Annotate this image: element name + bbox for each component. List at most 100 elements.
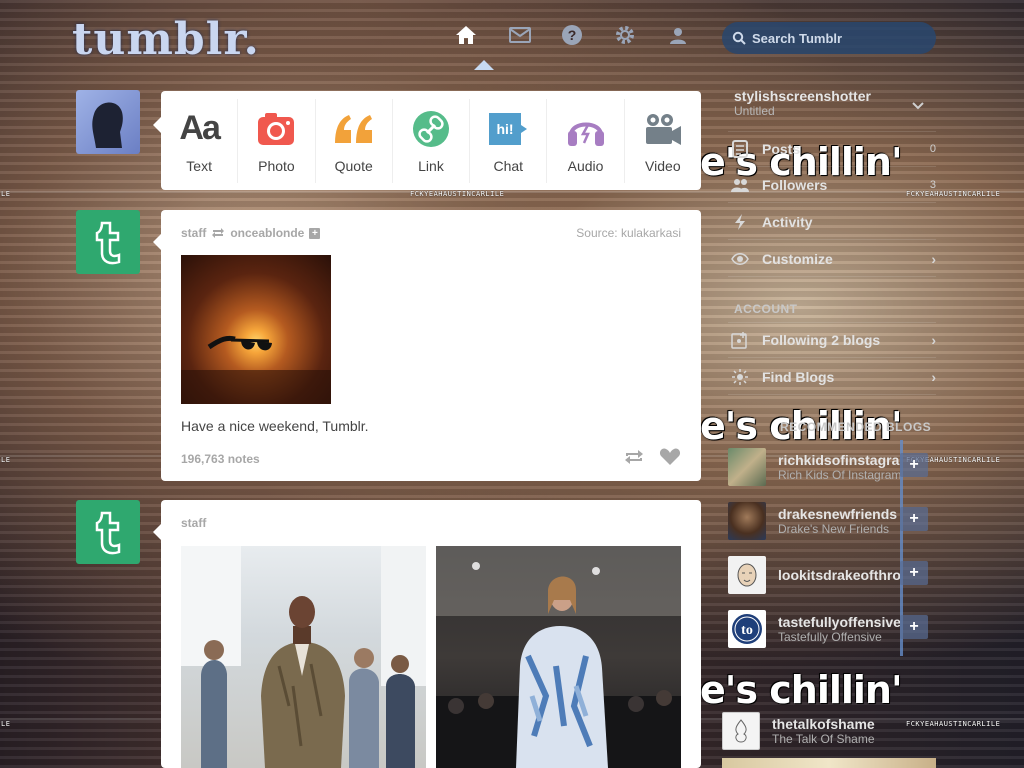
post-photo[interactable] <box>181 546 426 768</box>
post-photo[interactable] <box>181 255 331 404</box>
heart-icon[interactable] <box>659 448 681 466</box>
post-type-photo-button[interactable]: Photo <box>238 98 316 183</box>
sidebar-item-label: Find Blogs <box>762 368 835 385</box>
recommended-blog[interactable]: richkidsofinstagram Rich Kids Of Instagr… <box>728 444 928 490</box>
recommended-blog-name[interactable]: tastefullyoffensive <box>778 614 900 630</box>
follow-button[interactable]: + <box>900 615 928 639</box>
post-type-label: Video <box>645 157 681 174</box>
sidebar-blog-subtitle: Untitled <box>734 104 775 118</box>
sidebar-item-activity[interactable]: Activity <box>728 204 936 240</box>
recommended-blog-name[interactable]: lookitsdrakeofthrones <box>778 567 900 583</box>
chat-icon: hi! <box>488 108 528 150</box>
post-card: staff onceablonde + Source: kulakarkasi … <box>153 210 701 481</box>
follow-button[interactable]: + <box>900 453 928 477</box>
sidebar-blog-name[interactable]: stylishscreenshotter <box>734 88 930 104</box>
post-type-label: Chat <box>493 157 524 174</box>
background-watermark: FCKYEAHAUSTINCARLILE <box>410 190 505 198</box>
post-type-label: Audio <box>567 157 604 174</box>
sidebar-item-posts[interactable]: Posts 0 <box>728 131 936 167</box>
search-input[interactable] <box>752 30 922 46</box>
sidebar-section-recommended: RECOMMENDED BLOGS <box>780 420 932 434</box>
reblogged-from[interactable]: onceablonde <box>230 226 304 240</box>
radar-blog-subtitle: The Talk Of Shame <box>772 732 875 746</box>
post-source[interactable]: Source: kulakarkasi <box>576 226 681 240</box>
post-caption: Have a nice weekend, Tumblr. <box>181 418 369 434</box>
sidebar-item-followers[interactable]: Followers 3 <box>728 167 936 203</box>
avatar[interactable]: to <box>728 610 766 648</box>
svg-text:hi!: hi! <box>497 121 514 137</box>
radar-blog-name[interactable]: thetalkofshame <box>772 716 894 732</box>
follow-button[interactable]: + <box>900 507 928 531</box>
avatar[interactable] <box>728 502 766 540</box>
sidebar-item-label: Activity <box>762 213 813 230</box>
post-type-chat-button[interactable]: hi! Chat <box>470 98 548 183</box>
post-notes[interactable]: 196,763 notes <box>181 452 260 466</box>
sidebar-item-label: Followers <box>762 176 828 193</box>
avatar[interactable] <box>722 712 760 750</box>
recommended-blog-subtitle: Tastefully Offensive <box>778 630 882 644</box>
post-source-label: Source: <box>576 226 618 240</box>
sidebar-item-label: Customize <box>762 250 833 267</box>
staff-avatar[interactable] <box>76 210 140 274</box>
sidebar-item-label: Posts <box>762 141 801 157</box>
posts-icon <box>728 139 752 159</box>
post-author[interactable]: staff <box>181 226 206 240</box>
post-type-selector: Aa Text Photo Quote Link hi! Chat Audio <box>153 91 701 190</box>
help-icon[interactable]: ? <box>559 22 585 48</box>
post-author[interactable]: staff <box>181 516 206 530</box>
follow-plus-icon[interactable]: + <box>309 227 321 239</box>
radar-preview-image[interactable] <box>722 758 936 768</box>
following-icon <box>728 330 752 350</box>
text-icon: Aa <box>179 109 220 147</box>
sidebar-item-find-blogs[interactable]: Find Blogs › <box>728 359 936 395</box>
radar-blog[interactable]: thetalkofshame The Talk Of Shame <box>722 708 922 754</box>
eye-icon <box>728 249 752 269</box>
avatar[interactable] <box>728 448 766 486</box>
search-bar[interactable] <box>722 22 936 54</box>
post-source-name[interactable]: kulakarkasi <box>621 226 681 240</box>
reblog-icon[interactable] <box>623 448 645 466</box>
post-type-label: Photo <box>258 157 295 174</box>
post-type-audio-button[interactable]: Audio <box>547 98 625 183</box>
avatar[interactable] <box>728 556 766 594</box>
recommended-blog-subtitle: Rich Kids Of Instagram <box>778 468 900 482</box>
camera-icon <box>257 108 295 150</box>
nav-active-indicator <box>474 60 494 70</box>
post-photo[interactable] <box>436 546 681 768</box>
quote-icon <box>333 108 375 150</box>
recommended-blog[interactable]: to tastefullyoffensive Tastefully Offens… <box>728 606 928 652</box>
sidebar-item-customize[interactable]: Customize › <box>728 241 936 277</box>
post-type-quote-button[interactable]: Quote <box>316 98 393 183</box>
user-icon[interactable] <box>665 22 691 48</box>
background-watermark: LE <box>1 190 11 198</box>
chevron-down-icon[interactable] <box>912 102 924 110</box>
followers-icon <box>728 175 752 195</box>
tumblr-logo[interactable]: tumblr. <box>72 14 260 65</box>
user-avatar[interactable] <box>76 90 140 154</box>
link-icon <box>412 108 449 150</box>
follow-button[interactable]: + <box>900 561 928 585</box>
home-icon[interactable] <box>453 22 479 48</box>
chevron-right-icon: › <box>931 250 936 267</box>
background-caption: e's chillin' <box>700 668 903 712</box>
mail-icon[interactable] <box>507 22 533 48</box>
post-type-label: Text <box>186 157 212 174</box>
search-icon <box>732 31 746 45</box>
sidebar-blog-header[interactable]: stylishscreenshotter Untitled <box>734 88 930 118</box>
background-watermark: LE <box>1 456 11 464</box>
post-card: staff <box>153 500 701 768</box>
recommended-blog[interactable]: drakesnewfriends Drake's New Friends + <box>728 498 928 544</box>
post-type-video-button[interactable]: Video <box>625 99 701 183</box>
chevron-right-icon: › <box>931 332 936 348</box>
find-blogs-icon <box>728 367 752 387</box>
gear-icon[interactable] <box>612 22 638 48</box>
post-type-link-button[interactable]: Link <box>393 98 471 183</box>
recommended-blog-name[interactable]: drakesnewfriends <box>778 506 900 522</box>
recommended-blog[interactable]: lookitsdrakeofthrones + <box>728 552 928 598</box>
sidebar-item-count: 0 <box>929 143 936 155</box>
reblog-small-icon <box>212 228 225 238</box>
recommended-blog-name[interactable]: richkidsofinstagram <box>778 452 900 468</box>
post-type-text-button[interactable]: Aa Text <box>161 98 239 183</box>
staff-avatar[interactable] <box>76 500 140 564</box>
sidebar-item-following[interactable]: Following 2 blogs › <box>728 322 936 358</box>
